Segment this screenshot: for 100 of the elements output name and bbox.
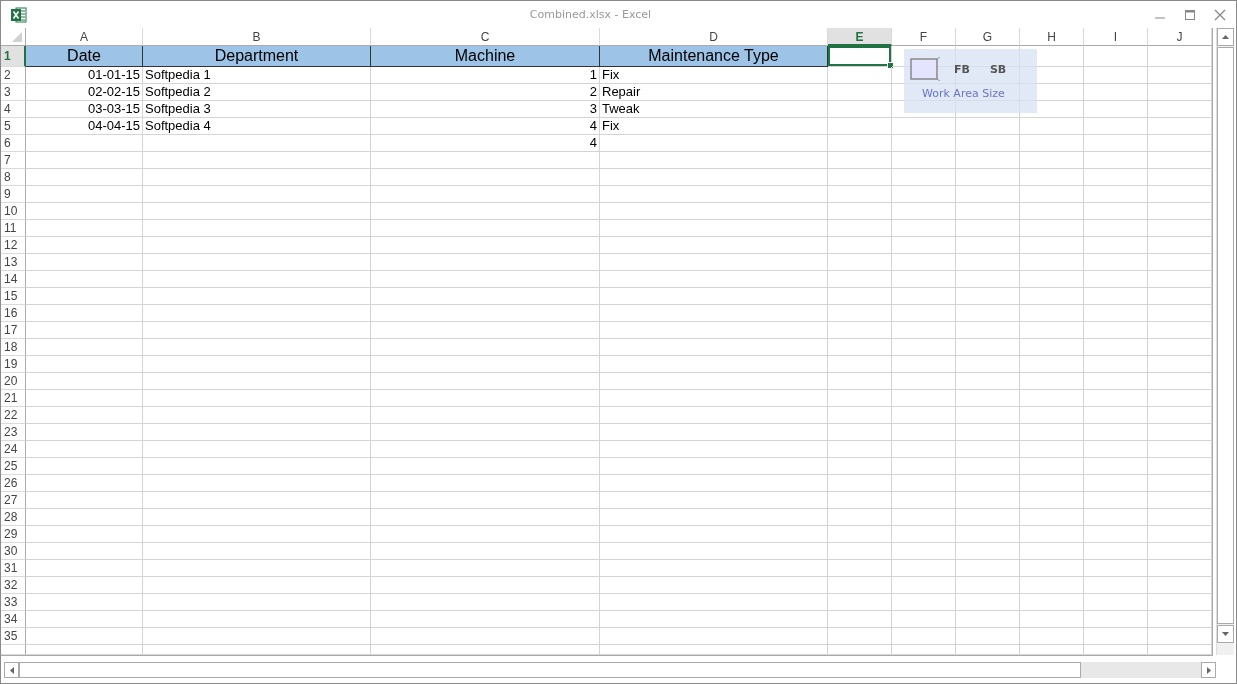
toggle-button[interactable]: SB [982,62,1014,76]
empty-cell[interactable] [26,254,143,271]
empty-cell[interactable] [371,645,600,655]
empty-cell[interactable] [828,84,892,101]
empty-cell[interactable] [956,390,1020,407]
empty-cell[interactable] [956,526,1020,543]
empty-cell[interactable] [892,509,956,526]
empty-cell[interactable] [600,441,828,458]
select-all-button[interactable] [1,28,26,46]
empty-cell[interactable] [1084,645,1148,655]
empty-cell[interactable] [828,594,892,611]
empty-cell[interactable] [1020,118,1084,135]
empty-cell[interactable] [1020,424,1084,441]
empty-cell[interactable] [1084,407,1148,424]
empty-cell[interactable] [26,271,143,288]
empty-cell[interactable] [371,322,600,339]
empty-cell[interactable] [1020,628,1084,645]
empty-cell[interactable] [892,424,956,441]
empty-cell[interactable] [26,220,143,237]
empty-cell[interactable] [26,305,143,322]
row-header[interactable]: 10 [1,203,26,220]
empty-cell[interactable] [1084,611,1148,628]
empty-cell[interactable] [892,254,956,271]
empty-cell[interactable] [1020,611,1084,628]
empty-cell[interactable] [892,390,956,407]
empty-cell[interactable] [828,152,892,169]
empty-cell[interactable] [1148,509,1212,526]
empty-cell[interactable] [371,339,600,356]
empty-cell[interactable] [1020,135,1084,152]
empty-cell[interactable] [26,322,143,339]
row-header[interactable]: 23 [1,424,26,441]
empty-cell[interactable] [956,203,1020,220]
empty-cell[interactable] [1084,526,1148,543]
empty-cell[interactable] [956,407,1020,424]
column-header[interactable]: I [1084,28,1148,46]
empty-cell[interactable] [956,475,1020,492]
empty-cell[interactable] [600,271,828,288]
empty-cell[interactable] [143,186,371,203]
empty-cell[interactable] [892,441,956,458]
empty-cell[interactable] [600,373,828,390]
empty-cell[interactable] [1084,628,1148,645]
empty-cell[interactable] [371,220,600,237]
empty-cell[interactable] [1084,67,1148,84]
empty-cell[interactable] [828,390,892,407]
empty-cell[interactable] [892,186,956,203]
empty-cell[interactable] [371,152,600,169]
empty-cell[interactable] [143,169,371,186]
empty-cell[interactable] [1148,118,1212,135]
empty-cell[interactable] [956,492,1020,509]
empty-cell[interactable] [26,560,143,577]
empty-cell[interactable] [26,424,143,441]
empty-cell[interactable] [956,288,1020,305]
empty-cell[interactable] [1148,135,1212,152]
empty-cell[interactable] [828,492,892,509]
empty-cell[interactable] [828,237,892,254]
empty-cell[interactable] [1020,203,1084,220]
empty-cell[interactable] [371,288,600,305]
empty-cell[interactable] [1020,475,1084,492]
empty-cell[interactable] [828,271,892,288]
empty-cell[interactable] [828,135,892,152]
selected-cell[interactable] [828,46,892,67]
toggle-button[interactable]: FB [947,62,977,76]
empty-cell[interactable] [600,458,828,475]
empty-cell[interactable] [956,254,1020,271]
empty-cell[interactable] [828,220,892,237]
row-header[interactable]: 29 [1,526,26,543]
empty-cell[interactable] [143,339,371,356]
empty-cell[interactable] [143,594,371,611]
empty-cell[interactable] [1084,441,1148,458]
empty-cell[interactable] [956,543,1020,560]
row-header[interactable]: 33 [1,594,26,611]
empty-cell[interactable] [1148,390,1212,407]
empty-cell[interactable] [143,220,371,237]
row-header[interactable]: 19 [1,356,26,373]
empty-cell[interactable] [1148,271,1212,288]
empty-cell[interactable] [371,611,600,628]
empty-cell[interactable] [1020,509,1084,526]
empty-cell[interactable] [956,237,1020,254]
empty-cell[interactable] [956,611,1020,628]
empty-cell[interactable] [26,186,143,203]
empty-cell[interactable] [600,186,828,203]
empty-cell[interactable] [892,373,956,390]
empty-cell[interactable] [956,152,1020,169]
empty-cell[interactable] [143,203,371,220]
empty-cell[interactable] [892,237,956,254]
scroll-left-button[interactable] [4,662,19,678]
empty-cell[interactable] [371,509,600,526]
empty-cell[interactable] [600,594,828,611]
empty-cell[interactable] [1084,373,1148,390]
scroll-up-button[interactable] [1217,28,1234,46]
empty-cell[interactable] [956,169,1020,186]
maximize-icon[interactable] [1184,8,1196,21]
row-header[interactable]: 4 [1,101,26,118]
empty-cell[interactable] [600,577,828,594]
empty-cell[interactable] [600,611,828,628]
row-header[interactable]: 18 [1,339,26,356]
empty-cell[interactable] [892,475,956,492]
empty-cell[interactable] [600,322,828,339]
empty-cell[interactable] [143,356,371,373]
empty-cell[interactable] [26,475,143,492]
